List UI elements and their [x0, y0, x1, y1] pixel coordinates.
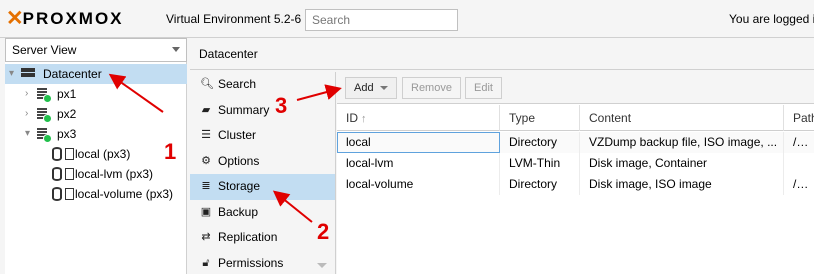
server-icon: ☰	[201, 129, 211, 141]
storage-icon	[51, 167, 74, 181]
retweet-icon: ⇄	[201, 231, 211, 243]
storage-panel: Add Remove Edit ID↑ Type Content Path lo…	[337, 72, 814, 274]
collapse-icon[interactable]: ▾	[25, 124, 35, 144]
remove-button[interactable]: Remove	[402, 77, 461, 99]
tree-item-label: local-lvm (px3)	[75, 167, 154, 181]
annotation-step-1: 1	[164, 139, 177, 164]
panel-title: Datacenter	[199, 47, 258, 61]
cell-id: local-lvm	[337, 153, 500, 174]
table-row[interactable]: local-lvm LVM-Thin Disk image, Container	[337, 153, 814, 174]
cell-content: Disk image, Container	[580, 153, 784, 174]
node-online-icon	[36, 87, 52, 103]
add-button-label: Add	[354, 82, 374, 94]
cell-type: Directory	[500, 132, 580, 153]
server-view-label: Server View	[12, 43, 77, 57]
column-header-content[interactable]: Content	[580, 105, 784, 131]
annotation-step-3: 3	[275, 93, 288, 118]
tree-item-label: local-volume (px3)	[75, 187, 174, 201]
menu-item-label: Options	[218, 153, 260, 168]
datacenter-icon	[21, 67, 35, 81]
annotation-step-2: 2	[317, 219, 330, 244]
add-button[interactable]: Add	[345, 77, 397, 99]
menu-item-search[interactable]: 🔍︎ Search	[190, 72, 335, 98]
node-online-icon	[36, 107, 52, 123]
menu-item-label: Replication	[218, 230, 278, 244]
book-icon: ▰	[201, 103, 211, 116]
tree-item-storage-local[interactable]: local (px3)	[5, 144, 187, 164]
cell-path: /mnt	[793, 177, 814, 191]
search-icon: 🔍︎	[200, 78, 214, 90]
cell-type: Directory	[500, 174, 580, 195]
top-bar: ✕ PROXMOX Virtual Environment 5.2-6 Sear…	[0, 0, 814, 38]
search-input[interactable]: Search	[305, 9, 458, 31]
tree-item-label: Datacenter	[43, 67, 102, 81]
storage-icon	[51, 187, 74, 201]
gear-icon: ⚙	[201, 154, 211, 167]
floppy-icon: ▣	[200, 205, 212, 218]
datacenter-menu: 🔍︎ Search ▰ Summary ☰ Cluster ⚙ Options …	[190, 72, 336, 274]
column-header-path[interactable]: Path	[784, 105, 814, 131]
chevron-down-icon[interactable]	[172, 47, 180, 52]
tree-item-label: px3	[57, 127, 77, 141]
database-icon: ≣	[201, 180, 211, 192]
tree-item-storage-local-volume[interactable]: local-volume (px3)	[5, 184, 187, 204]
tree-item-label: px2	[57, 107, 77, 121]
cell-type: LVM-Thin	[500, 153, 580, 174]
column-header-type[interactable]: Type	[500, 105, 580, 131]
menu-item-label: Summary	[218, 102, 270, 117]
storage-toolbar: Add Remove Edit	[337, 72, 814, 104]
logo-text: PROXMOX	[22, 9, 124, 28]
menu-item-label: Storage	[218, 179, 261, 193]
cell-id: local	[337, 132, 500, 153]
chevron-down-icon	[379, 86, 388, 91]
cell-path	[784, 153, 814, 174]
remove-button-label: Remove	[411, 82, 452, 94]
tree-item-label: local (px3)	[75, 147, 131, 161]
sort-asc-icon: ↑	[361, 113, 367, 125]
menu-item-label: Search	[218, 77, 257, 91]
tree-item-datacenter[interactable]: ▾ Datacenter	[5, 64, 187, 84]
menu-item-label: Permissions	[218, 255, 284, 270]
storage-icon	[51, 147, 74, 161]
resource-tree-panel: Server View ▾ Datacenter › px1 › px2 ▾ p…	[5, 38, 187, 274]
panel-title-bar: Datacenter	[190, 38, 814, 70]
collapse-icon[interactable]: ▾	[9, 64, 19, 84]
menu-item-options[interactable]: ⚙ Options	[190, 149, 335, 175]
unlock-icon: 🔓︎	[202, 256, 210, 269]
resource-tree: ▾ Datacenter › px1 › px2 ▾ px3 local (px…	[5, 64, 187, 204]
menu-item-replication[interactable]: ⇄ Replication	[190, 225, 335, 251]
tree-item-px3[interactable]: ▾ px3	[5, 124, 187, 144]
column-header-id[interactable]: ID ↑	[337, 105, 500, 131]
version-label: Virtual Environment 5.2-6	[166, 12, 302, 26]
server-view-select[interactable]: Server View	[5, 38, 187, 62]
cell-content: Disk image, ISO image	[580, 174, 784, 195]
logged-in-text: You are logged in	[729, 12, 814, 26]
menu-item-cluster[interactable]: ☰ Cluster	[190, 123, 335, 149]
menu-item-label: Backup	[218, 204, 259, 219]
menu-item-storage[interactable]: ≣ Storage	[190, 174, 335, 200]
menu-item-backup[interactable]: ▣ Backup	[190, 200, 335, 226]
tree-item-px2[interactable]: › px2	[5, 104, 187, 124]
expand-icon[interactable]: ›	[25, 84, 35, 104]
table-row[interactable]: local-volume Directory Disk image, ISO i…	[337, 174, 814, 195]
cell-path: /var/	[793, 135, 814, 149]
tree-item-label: px1	[57, 87, 77, 101]
storage-grid-header: ID↑ Type Content Path	[337, 105, 814, 131]
tree-item-px1[interactable]: › px1	[5, 84, 187, 104]
menu-item-summary[interactable]: ▰ Summary	[190, 98, 335, 124]
cell-id: local-volume	[337, 174, 500, 195]
edit-button-label: Edit	[474, 82, 493, 94]
table-row[interactable]: local Directory VZDump backup file, ISO …	[337, 132, 814, 153]
expand-icon[interactable]: ›	[25, 104, 35, 124]
menu-item-label: Cluster	[218, 128, 257, 142]
edit-button[interactable]: Edit	[465, 77, 502, 99]
cell-content: VZDump backup file, ISO image, ...	[580, 132, 784, 153]
proxmox-logo: ✕ PROXMOX	[6, 7, 124, 30]
menu-scroll-down-icon[interactable]	[317, 263, 327, 268]
node-online-icon	[36, 127, 52, 143]
tree-item-storage-local-lvm[interactable]: local-lvm (px3)	[5, 164, 187, 184]
menu-item-permissions[interactable]: 🔓︎ Permissions	[190, 251, 335, 274]
